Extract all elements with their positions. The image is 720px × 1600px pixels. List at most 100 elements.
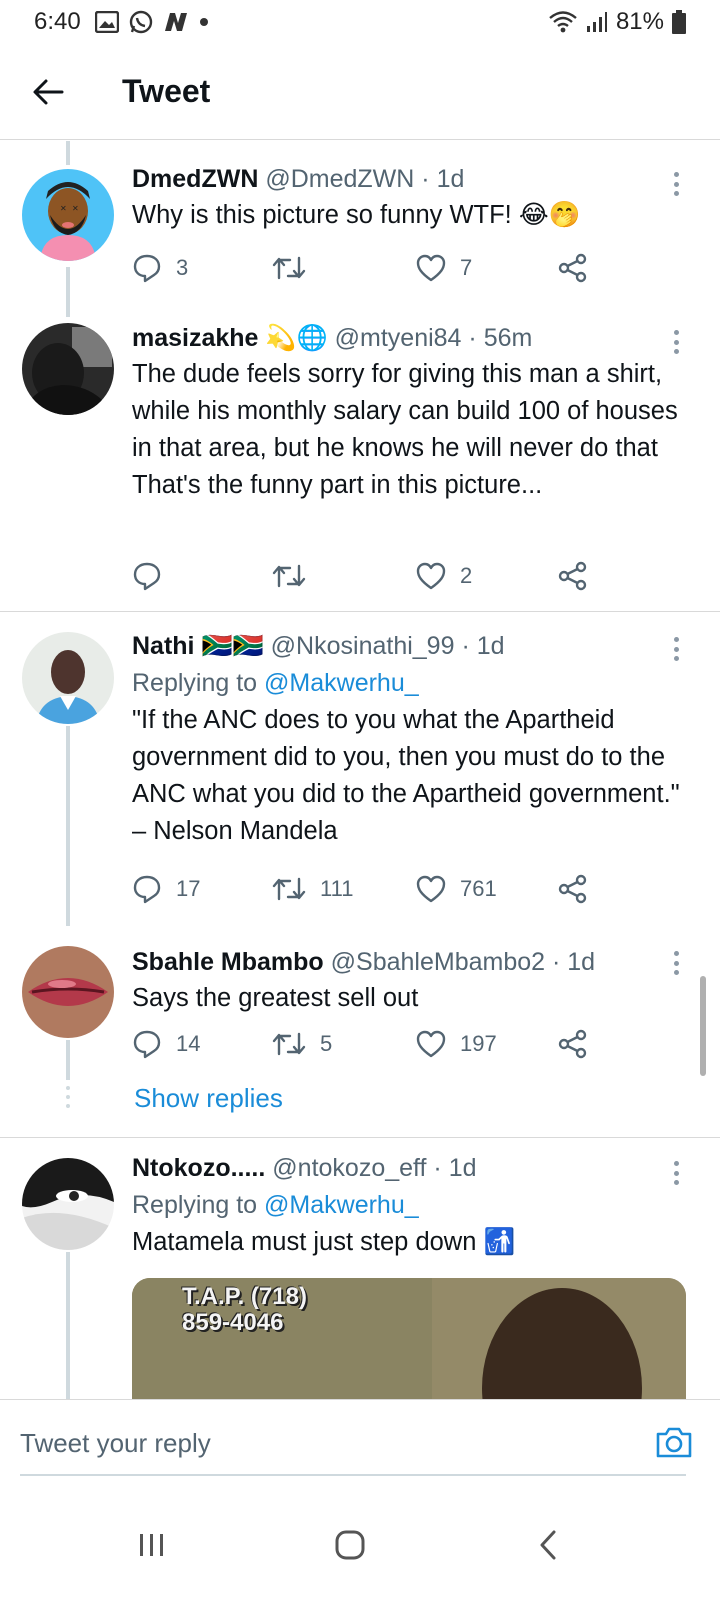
- author-handle[interactable]: @Nkosinathi_99: [271, 632, 455, 660]
- show-replies-link[interactable]: Show replies: [134, 1083, 283, 1114]
- status-bar: 6:40 81%: [0, 0, 720, 44]
- composer-underline: [20, 1474, 686, 1476]
- tweet-time: · 1d: [433, 1154, 477, 1182]
- reply-composer: Tweet your reply: [0, 1399, 720, 1489]
- tweet-body: Sbahle Mbambo @SbahleMbambo2 · 1d Says t…: [132, 946, 688, 1017]
- home-button[interactable]: [320, 1520, 380, 1570]
- like-button[interactable]: 2: [416, 562, 472, 590]
- photo-avatar-icon: [22, 632, 114, 724]
- like-button[interactable]: 197: [416, 1030, 497, 1058]
- tweet-actions: 2: [132, 556, 602, 596]
- thread-line: [66, 1252, 70, 1399]
- author-name[interactable]: DmedZWN: [132, 165, 258, 193]
- share-button[interactable]: [558, 561, 588, 591]
- more-options-button[interactable]: [666, 169, 686, 199]
- photo-avatar-icon: [22, 1158, 114, 1250]
- author-name[interactable]: Ntokozo.....: [132, 1154, 265, 1182]
- gallery-icon: [94, 11, 119, 33]
- reply-input[interactable]: Tweet your reply: [20, 1428, 211, 1459]
- share-icon: [558, 874, 587, 904]
- replying-prefix: Replying to: [132, 669, 258, 697]
- replying-prefix: Replying to: [132, 1191, 258, 1219]
- retweet-button[interactable]: [272, 562, 320, 590]
- avatar[interactable]: ✕ ✕: [22, 169, 114, 261]
- share-icon: [558, 561, 587, 591]
- retweet-button[interactable]: 111: [272, 875, 353, 903]
- tweet-actions: 14 5 197: [132, 1024, 602, 1064]
- retweet-count: 111: [320, 876, 354, 901]
- author-name[interactable]: Sbahle Mbambo: [132, 948, 324, 976]
- camera-icon: [656, 1427, 692, 1458]
- top-app-bar: Tweet: [0, 44, 720, 140]
- share-icon: [558, 253, 587, 283]
- tweet-sbahle-mbambo[interactable]: Sbahle Mbambo @SbahleMbambo2 · 1d Says t…: [0, 926, 720, 1136]
- scrollbar-thumb[interactable]: [700, 976, 706, 1076]
- like-button[interactable]: 761: [416, 875, 497, 903]
- more-options-button[interactable]: [666, 948, 686, 978]
- author-handle[interactable]: @ntokozo_eff: [272, 1154, 426, 1182]
- comment-icon: [133, 1030, 161, 1059]
- reply-button[interactable]: 14: [132, 1029, 200, 1059]
- reply-button[interactable]: [132, 561, 176, 591]
- tweet-header: DmedZWN @DmedZWN · 1d: [132, 163, 688, 195]
- share-button[interactable]: [558, 1029, 588, 1059]
- share-button[interactable]: [558, 874, 588, 904]
- retweet-button[interactable]: 5: [272, 1030, 332, 1058]
- tweet-body: DmedZWN @DmedZWN · 1d Why is this pictur…: [132, 163, 688, 234]
- reply-count: 17: [176, 876, 201, 901]
- retweet-icon: [272, 564, 306, 588]
- camera-button[interactable]: [654, 1422, 694, 1462]
- avatar[interactable]: [22, 323, 114, 415]
- retweet-icon: [272, 1032, 306, 1056]
- comment-icon: [133, 875, 161, 904]
- tweet-dmedzwn[interactable]: ✕ ✕ DmedZWN @DmedZWN · 1d Why is this pi…: [0, 141, 720, 317]
- retweet-icon: [272, 256, 306, 280]
- tweet-text: Matamela must just step down 🚮: [132, 1228, 516, 1256]
- avatar[interactable]: [22, 632, 114, 724]
- more-options-button[interactable]: [666, 634, 686, 664]
- replying-to: Replying to @Makwerhu_: [132, 1188, 688, 1222]
- cartoon-avatar-icon: ✕ ✕: [22, 169, 114, 261]
- more-options-button[interactable]: [666, 1158, 686, 1188]
- tweet-masizakhe[interactable]: masizakhe 💫🌐 @mtyeni84 · 56m The dude fe…: [0, 311, 720, 611]
- like-count: 761: [460, 876, 497, 901]
- tweet-text: "If the ANC does to you what the Aparthe…: [132, 706, 680, 845]
- replying-to-link[interactable]: @Makwerhu_: [264, 669, 419, 697]
- tweet-body: Nathi 🇿🇦🇿🇦 @Nkosinathi_99 · 1d Replying …: [132, 630, 688, 850]
- arrow-left-icon: [33, 79, 64, 104]
- svg-text:✕: ✕: [60, 204, 67, 213]
- replying-to: Replying to @Makwerhu_: [132, 666, 688, 700]
- author-handle[interactable]: @DmedZWN: [265, 165, 414, 193]
- more-options-button[interactable]: [666, 327, 686, 357]
- author-name[interactable]: masizakhe: [132, 324, 258, 352]
- share-button[interactable]: [558, 253, 588, 283]
- retweet-button[interactable]: [272, 254, 320, 282]
- wifi-icon: [549, 11, 577, 33]
- avatar[interactable]: [22, 946, 114, 1038]
- tweet-media-video[interactable]: T.A.P. (718) 859-4046: [132, 1278, 686, 1399]
- photo-avatar-icon: [22, 323, 114, 415]
- whatsapp-icon: [129, 10, 152, 34]
- reply-button[interactable]: 3: [132, 253, 188, 283]
- thread-line: [66, 141, 70, 165]
- tweet-text: Says the greatest sell out: [132, 984, 419, 1012]
- reply-feed[interactable]: ✕ ✕ DmedZWN @DmedZWN · 1d Why is this pi…: [0, 141, 720, 1399]
- tweet-text: Why is this picture so funny WTF! 😂🤭: [132, 201, 581, 229]
- comment-icon: [133, 254, 161, 283]
- tweet-time: · 1d: [552, 948, 596, 976]
- tweet-ntokozo[interactable]: Ntokozo..... @ntokozo_eff · 1d Replying …: [0, 1138, 720, 1399]
- recent-apps-icon: [140, 1534, 163, 1556]
- author-handle[interactable]: @SbahleMbambo2: [331, 948, 545, 976]
- recent-apps-button[interactable]: [122, 1520, 182, 1570]
- photo-avatar-icon: [22, 946, 114, 1038]
- author-name[interactable]: Nathi: [132, 632, 195, 660]
- back-button[interactable]: [18, 62, 78, 122]
- reply-button[interactable]: 17: [132, 874, 200, 904]
- replying-to-link[interactable]: @Makwerhu_: [264, 1191, 419, 1219]
- share-icon: [558, 1029, 587, 1059]
- author-handle[interactable]: @mtyeni84: [335, 324, 462, 352]
- like-button[interactable]: 7: [416, 254, 472, 282]
- avatar[interactable]: [22, 1158, 114, 1250]
- system-back-button[interactable]: [518, 1520, 578, 1570]
- tweet-body: masizakhe 💫🌐 @mtyeni84 · 56m The dude fe…: [132, 322, 688, 504]
